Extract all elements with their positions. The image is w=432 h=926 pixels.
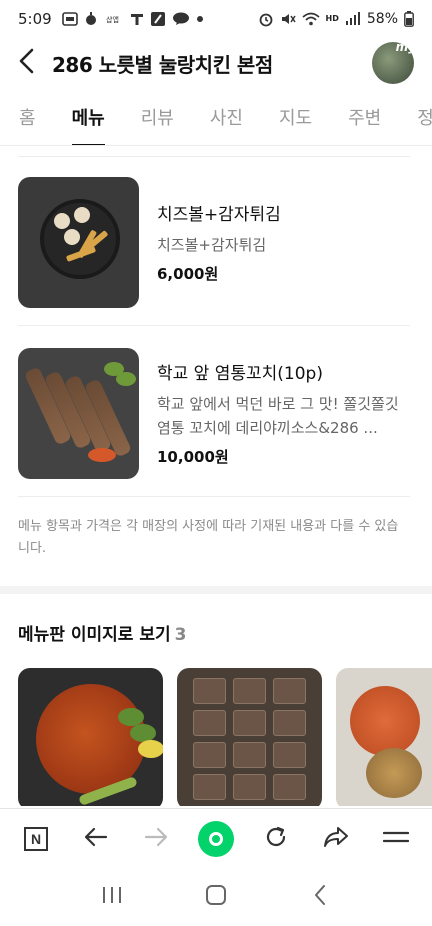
refresh-icon (264, 825, 288, 853)
browser-forward-button[interactable] (133, 816, 179, 862)
share-arrow-icon (323, 826, 349, 852)
gallery-icon (61, 12, 78, 26)
avatar[interactable]: my (372, 42, 414, 84)
tab-info[interactable]: 정 (398, 88, 432, 145)
system-navigation-bar (0, 868, 432, 926)
more-notifications-icon (196, 15, 204, 23)
alarm-icon (258, 11, 274, 27)
tab-menu[interactable]: 메뉴 (53, 88, 122, 145)
chevron-left-icon (17, 48, 35, 78)
menu-item[interactable]: 치즈볼+감자튀김 치즈볼+감자튀김 6,000원 (18, 156, 410, 328)
hamburger-icon (382, 828, 410, 850)
menu-item[interactable]: 학교 앞 염통꼬치(10p) 학교 앞에서 먹던 바로 그 맛! 쫄깃쫄깃 염통… (18, 327, 410, 499)
menu-item-price: 10,000원 (157, 448, 229, 466)
talk-icon (172, 12, 190, 26)
mute-icon (280, 11, 296, 27)
page-title: 286 노릇별 눌랑치킨 본점 (52, 52, 273, 77)
menu-item-image (18, 176, 139, 308)
t-app-icon (130, 12, 144, 26)
browser-toolbar: N (0, 808, 432, 868)
home-button[interactable] (193, 874, 239, 920)
tab-label: 주변 (348, 107, 382, 129)
tab-map[interactable]: 지도 (260, 88, 329, 145)
menu-item-name: 치즈볼+감자튀김 (157, 205, 281, 225)
menu-item-price: 6,000원 (157, 265, 219, 283)
price-notice: 메뉴 항목과 가격은 각 매장의 사정에 따라 기재된 내용과 다를 수 있습니… (18, 519, 399, 556)
naver-home-button[interactable]: N (13, 816, 59, 862)
browser-back-button[interactable] (73, 816, 119, 862)
tab-bar: 홈 메뉴 리뷰 사진 지도 주변 정 (0, 88, 432, 146)
divider (18, 496, 410, 497)
tab-review[interactable]: 리뷰 (122, 88, 191, 145)
n-app-icon (150, 11, 166, 27)
menu-content[interactable]: 치즈볼+감자튀김 치즈볼+감자튀김 6,000원 학교 앞 염통꼬치(10p) … (0, 146, 432, 806)
svg-text:샵앱: 샵앱 (106, 15, 119, 24)
tab-label: 메뉴 (71, 107, 105, 129)
menu-board-gallery[interactable] (18, 668, 432, 806)
chevron-left-icon (313, 884, 327, 910)
section-separator (0, 586, 432, 594)
menu-board-image[interactable] (18, 668, 163, 806)
share-button[interactable] (313, 816, 359, 862)
menu-board-title: 메뉴판 이미지로 보기 (18, 625, 171, 645)
menu-item-image (18, 347, 139, 479)
network-hd-label: HD (325, 14, 339, 23)
cafe-icon (84, 12, 100, 26)
battery-percent: 58% (366, 11, 398, 27)
tab-label: 사진 (209, 107, 243, 129)
arrow-left-icon (84, 827, 108, 851)
refresh-button[interactable] (253, 816, 299, 862)
menu-board-heading: 메뉴판 이미지로 보기 3 (18, 620, 186, 645)
arrow-right-icon (144, 827, 168, 851)
app-badge-icon: 샵앱 (106, 12, 124, 26)
signal-icon (345, 12, 361, 26)
green-dot-button[interactable] (193, 816, 239, 862)
back-button[interactable] (0, 38, 52, 88)
menu-board-image[interactable] (336, 668, 432, 806)
tab-label: 홈 (19, 107, 36, 129)
browser-menu-button[interactable] (373, 816, 419, 862)
tab-label: 정 (417, 104, 432, 130)
status-time: 5:09 (18, 10, 52, 28)
tab-home[interactable]: 홈 (0, 88, 53, 145)
menu-item-description: 학교 앞에서 먹던 바로 그 맛! 쫄깃쫄깃 염통 꼬치에 데리야끼소스&286… (157, 395, 399, 437)
tab-label: 지도 (278, 107, 313, 129)
tab-photos[interactable]: 사진 (191, 88, 260, 145)
tab-label: 리뷰 (140, 107, 174, 129)
wifi-icon (301, 12, 320, 26)
green-dot-icon (198, 820, 234, 857)
menu-item-description: 치즈볼+감자튀김 (157, 236, 267, 254)
system-back-button[interactable] (297, 874, 343, 920)
tab-nearby[interactable]: 주변 (329, 88, 398, 145)
menu-board-image[interactable] (177, 668, 322, 806)
avatar-label: my (395, 42, 414, 54)
recent-apps-button[interactable] (89, 874, 135, 920)
status-bar: 5:09 샵앱 HD 58% (0, 0, 432, 38)
home-square-icon (205, 884, 227, 910)
recent-apps-icon (101, 885, 123, 909)
menu-item-name: 학교 앞 염통꼬치(10p) (157, 364, 323, 384)
menu-board-count: 3 (174, 625, 187, 645)
battery-icon (404, 11, 414, 27)
header: 286 노릇별 눌랑치킨 본점 my (0, 38, 432, 88)
divider (18, 325, 410, 326)
naver-n-icon: N (24, 826, 48, 851)
